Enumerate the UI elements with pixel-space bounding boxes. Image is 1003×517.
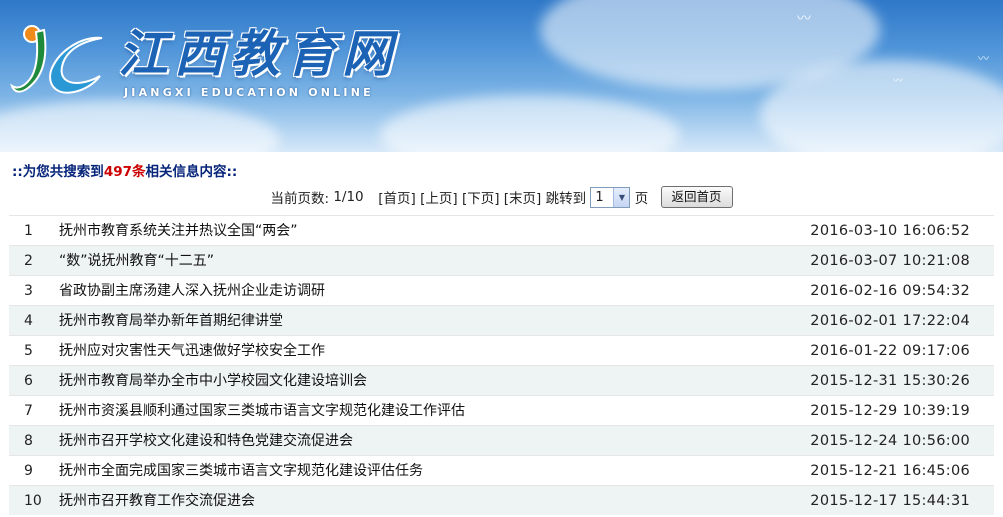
row-index: 6: [24, 373, 33, 389]
row-index: 10: [24, 493, 42, 509]
pagination-bar: 当前页数: 1/10 [首页] [上页] [下页] [末页] 跳转到 1 ▼ 页…: [9, 186, 994, 212]
article-date: 2016-03-07 10:21:08: [810, 253, 970, 269]
table-row: 7 抚州市资溪县顺利通过国家三类城市语言文字规范化建设工作评估 2015-12-…: [9, 395, 994, 425]
result-summary: ::为您共搜索到497条相关信息内容::: [12, 160, 237, 180]
row-index: 4: [24, 313, 33, 329]
page-unit-label: 页: [634, 191, 649, 207]
table-row: 10 抚州市召开教育工作交流促进会 2015-12-17 15:44:31: [9, 485, 994, 515]
article-date: 2016-02-01 17:22:04: [810, 313, 970, 329]
row-index: 7: [24, 403, 33, 419]
first-page-link[interactable]: [首页]: [378, 191, 416, 207]
article-date: 2016-03-10 16:06:52: [810, 223, 970, 239]
article-date: 2016-01-22 09:17:06: [810, 343, 970, 359]
site-banner: 〰 〰 〰 江西教育网 JIANGXI EDUCATION ONLINE: [0, 0, 1003, 152]
article-link[interactable]: “数”说抚州教育“十二五”: [59, 246, 214, 276]
jx-swirl-logo-icon: [10, 25, 103, 94]
table-row: 6 抚州市教育局举办全市中小学校园文化建设培训会 2015-12-31 15:3…: [9, 365, 994, 395]
result-count: 497条: [103, 164, 146, 180]
article-link[interactable]: 抚州市召开学校文化建设和特色党建交流促进会: [59, 426, 353, 456]
next-page-link[interactable]: [下页]: [462, 191, 500, 207]
page-select-value: 1: [595, 189, 604, 205]
row-index: 8: [24, 433, 33, 449]
table-row: 1 抚州市教育系统关注并热议全国“两会” 2016-03-10 16:06:52: [9, 215, 994, 245]
last-page-link[interactable]: [末页]: [504, 191, 542, 207]
bird-icon: 〰: [893, 76, 903, 87]
article-list: 1 抚州市教育系统关注并热议全国“两会” 2016-03-10 16:06:52…: [9, 215, 994, 515]
article-date: 2016-02-16 09:54:32: [810, 283, 970, 299]
article-date: 2015-12-17 15:44:31: [810, 493, 970, 509]
bird-icon: 〰: [797, 11, 811, 27]
page-select[interactable]: 1 ▼: [590, 186, 631, 208]
chevron-down-icon[interactable]: ▼: [613, 187, 630, 207]
back-home-button[interactable]: 返回首页: [660, 186, 733, 208]
article-link[interactable]: 抚州市资溪县顺利通过国家三类城市语言文字规范化建设工作评估: [59, 396, 465, 426]
table-row: 4 抚州市教育局举办新年首期纪律讲堂 2016-02-01 17:22:04: [9, 305, 994, 335]
site-subtitle: JIANGXI EDUCATION ONLINE: [124, 86, 374, 99]
current-page-value: 1/10: [333, 189, 364, 205]
search-results: ::为您共搜索到497条相关信息内容:: 当前页数: 1/10 [首页] [上页…: [9, 152, 994, 517]
current-page-label: 当前页数:: [270, 191, 330, 207]
table-row: 2 “数”说抚州教育“十二五” 2016-03-07 10:21:08: [9, 245, 994, 275]
table-row: 8 抚州市召开学校文化建设和特色党建交流促进会 2015-12-24 10:56…: [9, 425, 994, 455]
summary-suffix: 相关信息内容::: [145, 164, 238, 180]
article-link[interactable]: 抚州市教育局举办新年首期纪律讲堂: [59, 306, 283, 336]
row-index: 9: [24, 463, 33, 479]
summary-prefix: ::为您共搜索到: [12, 164, 104, 180]
article-link[interactable]: 抚州市全面完成国家三类城市语言文字规范化建设评估任务: [59, 456, 423, 486]
banner-cloud: [380, 95, 680, 152]
jump-to-label: 跳转到: [545, 191, 587, 207]
row-index: 1: [24, 223, 33, 239]
site-title: 江西教育网: [118, 24, 398, 83]
table-row: 3 省政协副主席汤建人深入抚州企业走访调研 2016-02-16 09:54:3…: [9, 275, 994, 305]
row-index: 3: [24, 283, 33, 299]
article-link[interactable]: 省政协副主席汤建人深入抚州企业走访调研: [59, 276, 325, 306]
article-link[interactable]: 抚州市教育系统关注并热议全国“两会”: [59, 216, 298, 246]
article-date: 2015-12-31 15:30:26: [810, 373, 970, 389]
article-date: 2015-12-24 10:56:00: [810, 433, 970, 449]
row-index: 5: [24, 343, 33, 359]
table-row: 5 抚州应对灾害性天气迅速做好学校安全工作 2016-01-22 09:17:0…: [9, 335, 994, 365]
article-date: 2015-12-29 10:39:19: [810, 403, 970, 419]
bird-icon: 〰: [978, 52, 989, 65]
article-date: 2015-12-21 16:45:06: [810, 463, 970, 479]
article-link[interactable]: 抚州市教育局举办全市中小学校园文化建设培训会: [59, 366, 367, 396]
prev-page-link[interactable]: [上页]: [420, 191, 458, 207]
article-link[interactable]: 抚州市召开教育工作交流促进会: [59, 486, 255, 516]
row-index: 2: [24, 253, 33, 269]
table-row: 9 抚州市全面完成国家三类城市语言文字规范化建设评估任务 2015-12-21 …: [9, 455, 994, 485]
article-link[interactable]: 抚州应对灾害性天气迅速做好学校安全工作: [59, 336, 325, 366]
